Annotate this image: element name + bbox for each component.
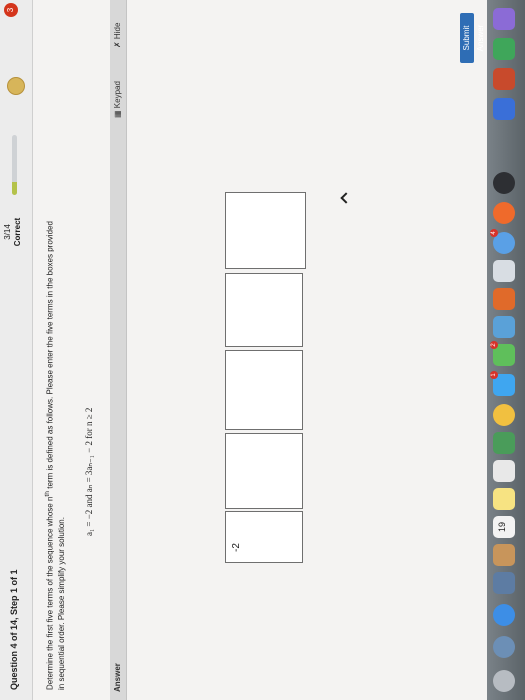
header-bar: Question 4 of 14, Step 1 of 1 3/14 Corre… [0,0,33,700]
question-label: Question 4 of 14, Step 1 of 1 [9,569,19,690]
mail-icon[interactable] [493,572,515,594]
excel-icon[interactable] [493,38,515,60]
finder-icon[interactable] [493,670,515,692]
score-display: 3/14 Correct [3,202,23,262]
progress-fill [12,182,17,195]
question-superscript: th [44,491,51,497]
calendar-day: 19 [497,522,507,533]
question-text: Determine the first five terms of the se… [42,220,67,690]
music-icon[interactable] [493,260,515,282]
facetime-badge: 2 [490,341,498,349]
app-icon[interactable] [493,8,515,30]
award-icon[interactable] [7,77,25,95]
launchpad-icon[interactable] [493,636,515,658]
submit-answer-button[interactable]: Submit Answer [460,13,485,63]
maps-icon[interactable] [493,432,515,454]
answer-box-3[interactable] [225,350,303,430]
keypad-icon: ▦ [113,108,122,118]
photos-icon[interactable] [493,404,515,426]
hide-icon: ✗ [113,39,122,48]
sequence-formula: a₁ = −2 and aₙ = 3aₙ₋₁ − 2 for n ≥ 2 [84,407,94,536]
word-icon[interactable] [493,98,515,120]
numbers-icon[interactable] [493,316,515,338]
question-text-part1: Determine the first five terms of the se… [45,496,55,690]
keynote-icon[interactable] [493,288,515,310]
dock: 19 1 2 4 [487,0,525,700]
keypad-label: Keypad [113,81,122,109]
score-value: 3/14 [3,224,12,240]
answer-box-5[interactable] [225,192,306,269]
answer-label: Answer [113,663,122,692]
reminders-icon[interactable] [493,460,515,482]
answer-bar: Answer ▦ Keypad ✗ Hide [110,0,127,700]
answer-box-2[interactable] [225,433,303,509]
app-store-badge: 4 [490,229,498,237]
facetime-icon[interactable]: 2 [490,341,515,366]
keypad-button[interactable]: ▦ Keypad [113,81,122,118]
messages-badge: 1 [490,371,498,379]
answer-box-1[interactable]: -2 [225,511,303,563]
status-label: Correct [13,217,22,247]
app-store-icon[interactable]: 4 [490,229,515,254]
notification-badge[interactable]: 3 [4,3,18,17]
calendar-icon[interactable]: 19 [493,516,515,538]
contacts-icon[interactable] [493,544,515,566]
system-preferences-icon[interactable] [493,172,515,194]
messages-icon[interactable]: 1 [490,371,515,396]
ibooks-icon[interactable] [493,202,515,224]
progress-bar [12,135,17,195]
notes-icon[interactable] [493,488,515,510]
powerpoint-icon[interactable] [493,68,515,90]
hide-label: Hide [113,22,122,40]
screen: Question 4 of 14, Step 1 of 1 3/14 Corre… [0,0,525,700]
hide-button[interactable]: ✗ Hide [113,23,122,48]
safari-icon[interactable] [493,604,515,626]
mouse-cursor-icon [340,192,352,204]
answer-value-1: -2 [231,543,242,552]
answer-box-4[interactable] [225,273,303,347]
